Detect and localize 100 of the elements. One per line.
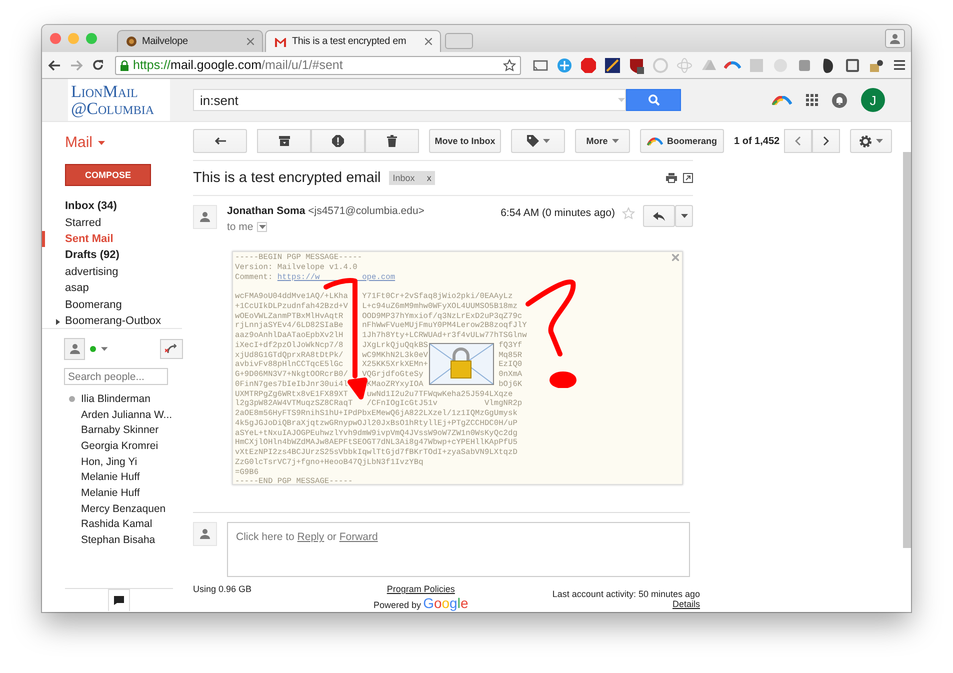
folder-item[interactable]: Drafts (92) [42, 247, 182, 264]
extension-icon[interactable] [628, 56, 645, 74]
account-avatar[interactable]: J [861, 88, 885, 112]
person-icon [199, 528, 211, 540]
back-button[interactable] [193, 129, 247, 153]
archive-button[interactable] [257, 129, 311, 153]
contact-item[interactable]: Ilia Blinderman [42, 391, 183, 407]
profile-button[interactable] [885, 29, 905, 48]
call-button[interactable] [160, 339, 183, 359]
folder-item[interactable]: Boomerang-Outbox [42, 312, 182, 328]
close-window-button[interactable] [50, 33, 61, 44]
contact-item[interactable]: Melanie Huff [42, 485, 183, 501]
boomerang-button[interactable]: Boomerang [640, 129, 724, 153]
back-arrow-icon [214, 137, 226, 145]
more-options-button[interactable] [675, 205, 693, 227]
chevron-right-icon [822, 136, 829, 146]
expand-arrow-icon[interactable] [56, 318, 60, 325]
archive-icon [278, 136, 290, 146]
reply-box[interactable]: Click here to Reply or Forward [227, 522, 690, 577]
google-logo: Google [423, 597, 468, 610]
folder-item[interactable]: asap [42, 280, 182, 296]
address-bar[interactable]: https://mail.google.com/mail/u/1/#sent [115, 56, 521, 74]
caret-icon [680, 214, 688, 218]
caret-icon [612, 139, 619, 143]
envelope-icon [274, 36, 287, 46]
forward-link[interactable]: Forward [339, 531, 378, 543]
details-link[interactable]: Details [672, 599, 700, 609]
status-dot [90, 346, 96, 352]
compose-button[interactable]: COMPOSE [65, 164, 151, 186]
lock-icon [120, 60, 129, 70]
next-button[interactable] [812, 129, 840, 153]
browser-tab[interactable]: This is a test encrypted em [265, 30, 441, 52]
contact-item[interactable]: Mercy Benzaquen [42, 500, 183, 516]
extension-icon[interactable] [844, 56, 861, 74]
label-chip[interactable]: Inbox x [388, 171, 436, 185]
search-button[interactable] [626, 89, 681, 111]
rainbow-arc-icon [772, 96, 792, 104]
reply-button[interactable] [643, 205, 675, 227]
back-icon[interactable] [48, 60, 61, 70]
logo[interactable]: LionMail @Columbia [68, 79, 170, 121]
sent-time: 6:54 AM (0 minutes ago) [500, 207, 615, 221]
search-people-field[interactable]: Search people... [64, 368, 168, 385]
report-spam-button[interactable] [311, 129, 365, 153]
program-policies-link[interactable]: Program Policies [386, 584, 455, 594]
speech-bubble-icon [114, 596, 124, 605]
close-icon[interactable] [425, 38, 432, 45]
extension-icon[interactable] [604, 56, 621, 74]
move-to-inbox-button[interactable]: Move to Inbox [429, 129, 501, 153]
chevron-left-icon [794, 136, 801, 146]
more-button[interactable]: More [575, 129, 630, 153]
settings-button[interactable] [850, 129, 892, 153]
folder-item[interactable]: Inbox (34) [42, 198, 182, 214]
scrollbar[interactable] [903, 152, 911, 548]
details-toggle[interactable] [257, 222, 268, 232]
caret-icon [98, 140, 105, 144]
recipient-text: to me [227, 221, 254, 233]
star-icon[interactable] [503, 58, 516, 72]
apps-grid-icon[interactable] [806, 94, 818, 106]
reply-icon [653, 212, 665, 220]
reply-prompt: Click here to Reply or Forward [236, 531, 378, 543]
menu-icon[interactable] [894, 60, 905, 70]
contact-item[interactable]: Rashida Kamal [42, 516, 183, 532]
caret-icon [876, 139, 883, 143]
mail-menu[interactable]: Mail [65, 134, 105, 151]
contact-item[interactable]: Arden Julianna W... [42, 406, 183, 422]
sender-name: Jonathan Soma [227, 205, 306, 217]
browser-tab[interactable]: Mailvelope [117, 30, 263, 52]
envelope-lock-icon [429, 343, 494, 385]
search-field[interactable]: in:sent [193, 89, 626, 111]
contact-item[interactable]: Hon, Jing Yi [42, 454, 183, 470]
print-icon[interactable] [666, 173, 677, 183]
folder-item[interactable]: advertising [42, 264, 182, 280]
chat-button[interactable] [108, 589, 130, 611]
bell-icon[interactable] [832, 92, 847, 108]
close-icon[interactable] [247, 38, 254, 45]
person-icon [199, 211, 211, 223]
reload-icon[interactable] [92, 59, 104, 71]
contact-item[interactable]: Melanie Huff [42, 469, 183, 486]
labels-button[interactable] [511, 129, 565, 153]
delete-button[interactable] [365, 129, 419, 153]
contact-item[interactable]: Stephan Bisaha [42, 532, 183, 548]
caret-icon [542, 139, 550, 143]
caret-icon [258, 225, 266, 229]
sender-email: <js4571@columbia.edu> [308, 205, 424, 217]
reply-link[interactable]: Reply [297, 531, 324, 543]
folder-item[interactable]: Sent Mail [42, 230, 182, 248]
contact-item[interactable]: Barnaby Skinner [42, 422, 183, 438]
pagination-count: 1 of 1,452 [734, 136, 780, 146]
trash-icon [387, 135, 397, 147]
caret-icon [618, 98, 625, 102]
new-window-icon[interactable] [683, 173, 693, 183]
email-subject: This is a test encrypted email [193, 170, 381, 186]
contact-item[interactable]: Georgia Kromrei [42, 438, 183, 454]
search-icon [648, 94, 660, 106]
phone-icon [165, 344, 178, 354]
person-icon [68, 343, 81, 355]
folder-item[interactable]: Starred [42, 214, 182, 231]
storage-usage: Using 0.96 GB [193, 584, 252, 596]
folder-item[interactable]: Boomerang [42, 296, 182, 313]
caret-icon [101, 347, 108, 351]
